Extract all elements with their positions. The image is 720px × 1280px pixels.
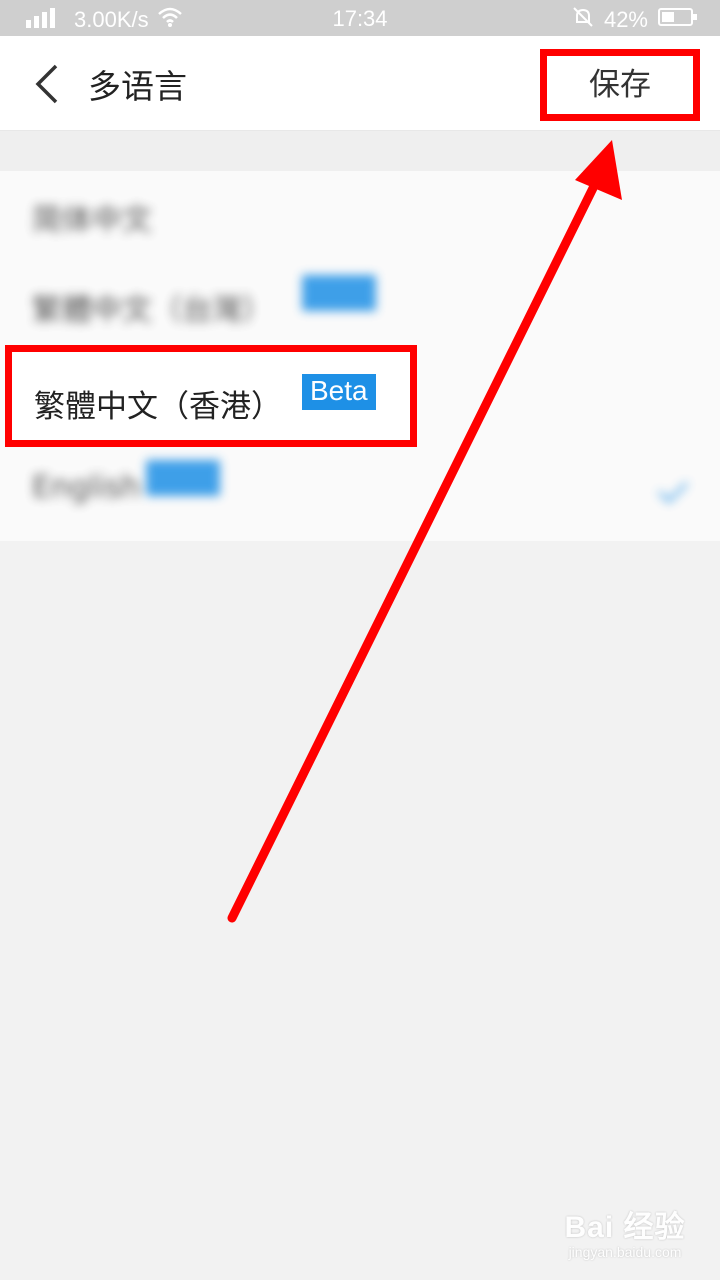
save-button[interactable]: 保存 [540,49,700,121]
page-title: 多语言 [88,67,187,106]
back-arrow-icon[interactable] [28,62,68,106]
beta-badge: Beta [302,374,376,410]
battery-percent: 42% [603,7,648,32]
status-right: 42% [572,6,698,34]
language-item-english[interactable]: English Beta [0,446,720,536]
language-label: 繁體中文（香港） [34,389,282,425]
section-gap [0,131,720,171]
watermark-main: Bai 经验 [564,1211,686,1244]
screen: 3.00K/s 17:34 42% 多语言 保存 简体中文 繁體中文（台灣） B… [0,0,720,1280]
battery-icon [658,7,698,33]
language-item-hongkong[interactable]: 繁體中文（香港） Beta [5,345,417,447]
silent-bell-icon [572,6,594,34]
language-item-taiwan[interactable]: 繁體中文（台灣） Beta [0,261,720,351]
header-bar: 多语言 保存 [0,36,720,131]
watermark-sub: jingyan.baidu.com [568,1244,682,1260]
language-label: 繁體中文（台灣） [32,293,272,328]
language-label: English [32,470,141,505]
baidu-watermark-logo: Bai 经验 jingyan.baidu.com [550,1212,700,1272]
beta-badge: Beta [302,275,376,311]
language-item-simplified[interactable]: 简体中文 [0,171,720,261]
checkmark-icon [656,480,690,504]
beta-badge: Beta [146,460,220,496]
language-label: 简体中文 [32,203,152,238]
status-bar: 3.00K/s 17:34 42% [0,0,720,36]
